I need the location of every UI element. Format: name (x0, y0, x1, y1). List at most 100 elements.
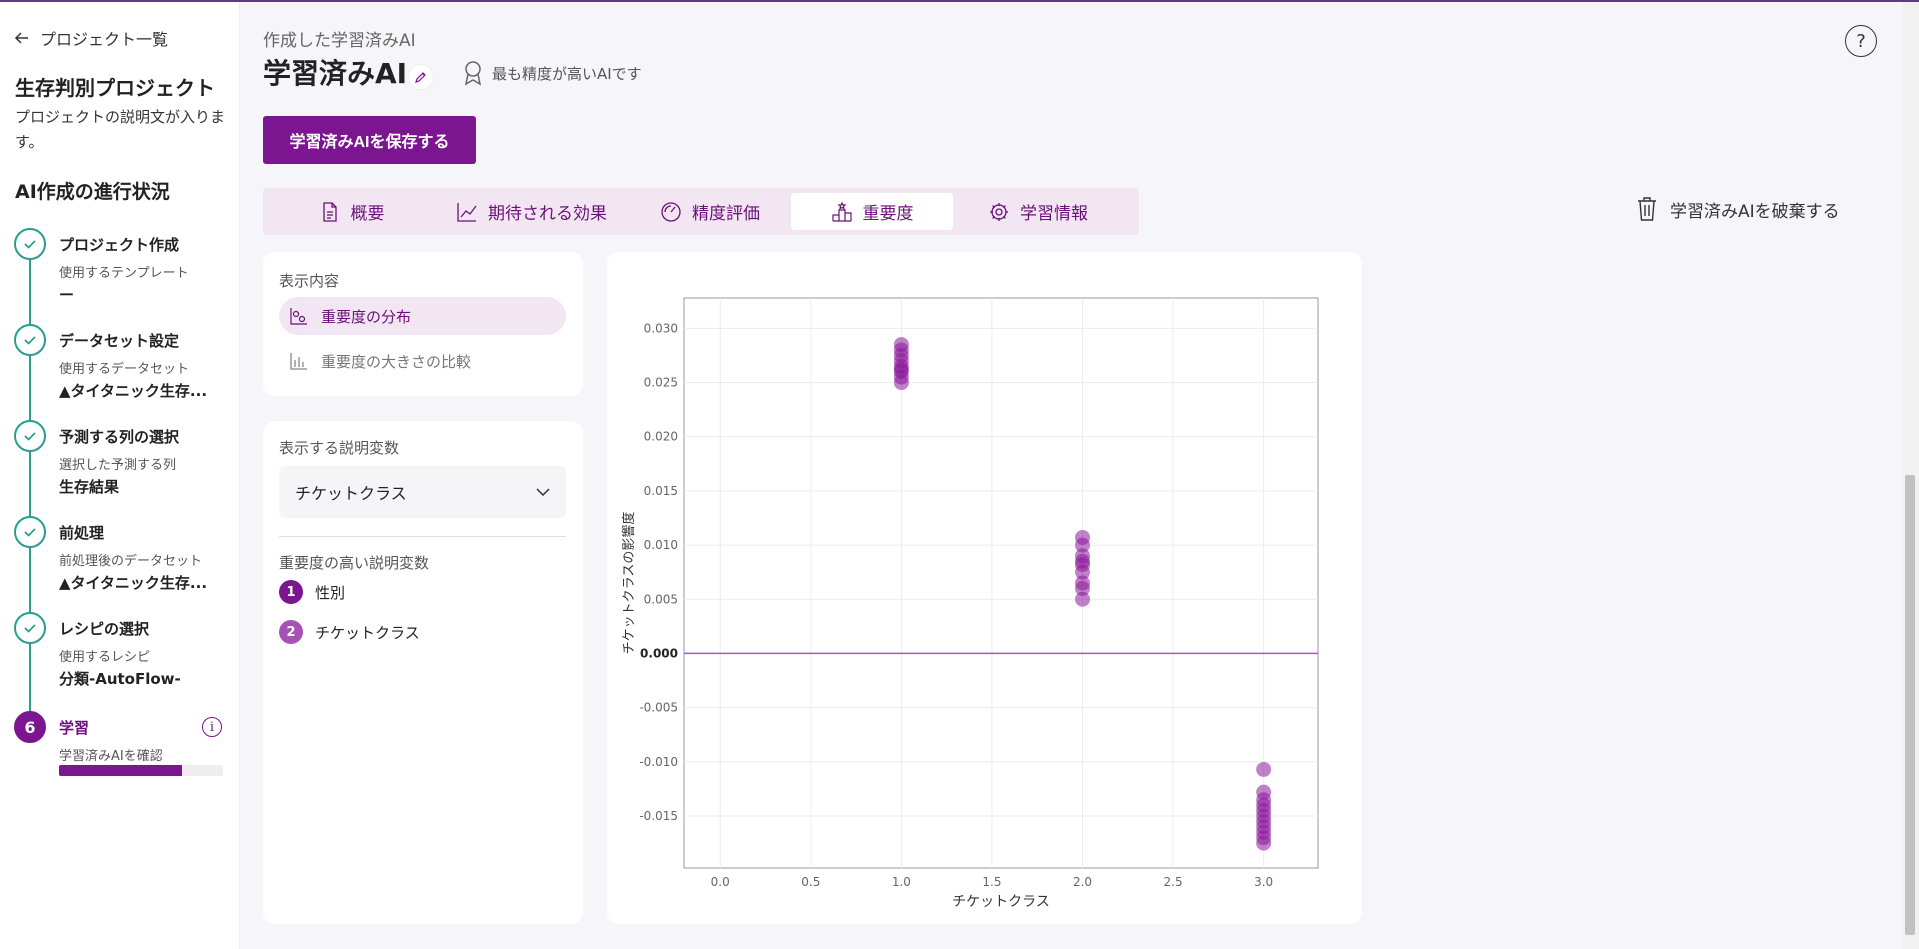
chevron-down-icon (536, 488, 550, 496)
check-icon (14, 420, 46, 452)
arrow-left-icon (14, 32, 28, 44)
chart-panel: 0.0 0.5 1.0 1.5 2.0 2.5 3.0 0.030 0.025 0.020 0.01… (607, 252, 1362, 924)
y-tick-label: 0.010 (644, 538, 678, 552)
window-top-border (0, 0, 1919, 2)
y-tick-label: 0.030 (644, 321, 678, 335)
tab-overview[interactable]: 概要 (269, 193, 434, 230)
tab-expected-effect[interactable]: 期待される効果 (434, 193, 629, 230)
tab-bar: 概要 期待される効果 精度評価 重要度 学習情報 (263, 188, 1139, 235)
step-name: 学習 (59, 719, 90, 737)
page-subtitle: 作成した学習済みAI (263, 31, 416, 51)
display-content-panel: 表示内容 重要度の分布 重要度の大きさの比較 (263, 252, 583, 396)
select-value: チケットクラス (295, 484, 407, 503)
check-icon (14, 324, 46, 356)
step-value: 分類-AutoFlow- (59, 670, 181, 688)
variable-select[interactable]: チケットクラス (279, 466, 566, 518)
podium-icon (831, 201, 852, 222)
step-sub: 使用するテンプレート (59, 266, 189, 281)
scrollbar-thumb[interactable] (1905, 475, 1915, 935)
step-number: 6 (14, 711, 46, 743)
gear-icon (990, 202, 1008, 221)
rank-number: 2 (279, 620, 303, 644)
option-importance-distribution[interactable]: 重要度の分布 (279, 297, 566, 335)
check-icon (14, 516, 46, 548)
info-icon[interactable]: i (202, 717, 222, 737)
ranking-item: 1 性別 (279, 580, 345, 604)
check-icon (14, 612, 46, 644)
step-name: 前処理 (59, 524, 105, 542)
step-sub: 前処理後のデータセット (59, 554, 203, 569)
award-ribbon-icon (464, 61, 482, 86)
gauge-icon (661, 201, 681, 222)
discard-ai-button[interactable]: 学習済みAIを破棄する (1636, 196, 1840, 222)
training-progress-bar (59, 765, 223, 776)
importance-scatter-chart: 0.0 0.5 1.0 1.5 2.0 2.5 3.0 0.030 0.025 0.020 0.01… (621, 297, 1319, 910)
step-name: プロジェクト作成 (59, 236, 180, 254)
data-point (1256, 761, 1272, 777)
y-axis-label: チケットクラスの影響度 (621, 512, 637, 655)
project-title: 生存判別プロジェクト (15, 76, 215, 100)
x-axis-label: チケットクラス (952, 894, 1050, 910)
badge-label: 最も精度が高いAIです (492, 64, 642, 83)
tab-training-info[interactable]: 学習情報 (953, 193, 1123, 230)
step-name: データセット設定 (59, 332, 180, 350)
trash-icon (1638, 197, 1656, 221)
rank-name: 性別 (315, 583, 346, 602)
document-icon (322, 201, 337, 222)
x-tick-label: 1.0 (892, 875, 911, 889)
step-value: ▲タイタニック生存... (59, 382, 208, 400)
step-sub: 選択した予測する列 (59, 458, 177, 473)
progress-fill (59, 765, 182, 776)
y-tick-label: -0.005 (639, 701, 678, 715)
back-link[interactable]: プロジェクト一覧 (14, 26, 168, 50)
tab-label: 重要度 (862, 204, 914, 224)
sidebar: プロジェクト一覧 生存判別プロジェクト プロジェクトの説明文が入ります。 AI作… (0, 2, 240, 949)
y-tick-label: -0.015 (639, 809, 678, 823)
option-label: 重要度の分布 (321, 307, 412, 326)
x-tick-label: 0.0 (711, 875, 730, 889)
data-point (1256, 835, 1272, 851)
best-accuracy-badge: 最も精度が高いAIです (462, 60, 642, 86)
tab-label: 期待される効果 (488, 204, 607, 224)
x-tick-label: 1.5 (982, 875, 1001, 889)
y-tick-label: 0.015 (644, 484, 678, 498)
divider (279, 536, 566, 537)
x-tick-label: 3.0 (1254, 875, 1273, 889)
project-description: プロジェクトの説明文が入ります。 (15, 108, 226, 151)
option-importance-comparison[interactable]: 重要度の大きさの比較 (279, 342, 566, 380)
x-tick-label: 2.0 (1073, 875, 1092, 889)
rank-name: チケットクラス (315, 623, 420, 642)
y-tick-label: -0.010 (639, 755, 678, 769)
discard-label: 学習済みAIを破棄する (1670, 201, 1840, 222)
save-ai-button[interactable]: 学習済みAIを保存する (263, 116, 476, 164)
pencil-icon[interactable] (408, 64, 434, 90)
trend-chart-icon (457, 202, 477, 222)
ranking-label: 重要度の高い説明変数 (279, 554, 430, 572)
option-label: 重要度の大きさの比較 (321, 352, 472, 371)
tab-accuracy[interactable]: 精度評価 (629, 193, 791, 230)
tab-importance[interactable]: 重要度 (791, 193, 953, 230)
back-link-label: プロジェクト一覧 (40, 30, 169, 49)
tab-label: 概要 (350, 204, 385, 224)
check-icon (14, 228, 46, 260)
y-tick-label: 0.020 (644, 430, 678, 444)
rank-number: 1 (279, 580, 303, 604)
step-sub: 使用するレシピ (59, 650, 151, 665)
step-value: 生存結果 (59, 478, 120, 496)
panel-label: 表示する説明変数 (279, 439, 400, 457)
page-title: 学習済みAI (263, 57, 408, 90)
y-tick-label: 0.025 (644, 376, 678, 390)
step-name: 予測する列の選択 (59, 428, 180, 446)
x-tick-label: 2.5 (1164, 875, 1183, 889)
step-sub: 使用するデータセット (59, 362, 190, 377)
ranking-item: 2 チケットクラス (279, 620, 420, 644)
step-sub: 学習済みAIを確認 (59, 749, 163, 764)
bar-chart-icon (290, 353, 307, 370)
data-point (1075, 591, 1091, 607)
data-point (893, 375, 909, 391)
y-tick-label: 0.000 (640, 646, 678, 660)
y-tick-label: 0.005 (644, 592, 678, 606)
panel-label: 表示内容 (279, 272, 340, 290)
help-icon[interactable]: ? (1845, 25, 1877, 57)
step-value: ー (59, 286, 75, 304)
